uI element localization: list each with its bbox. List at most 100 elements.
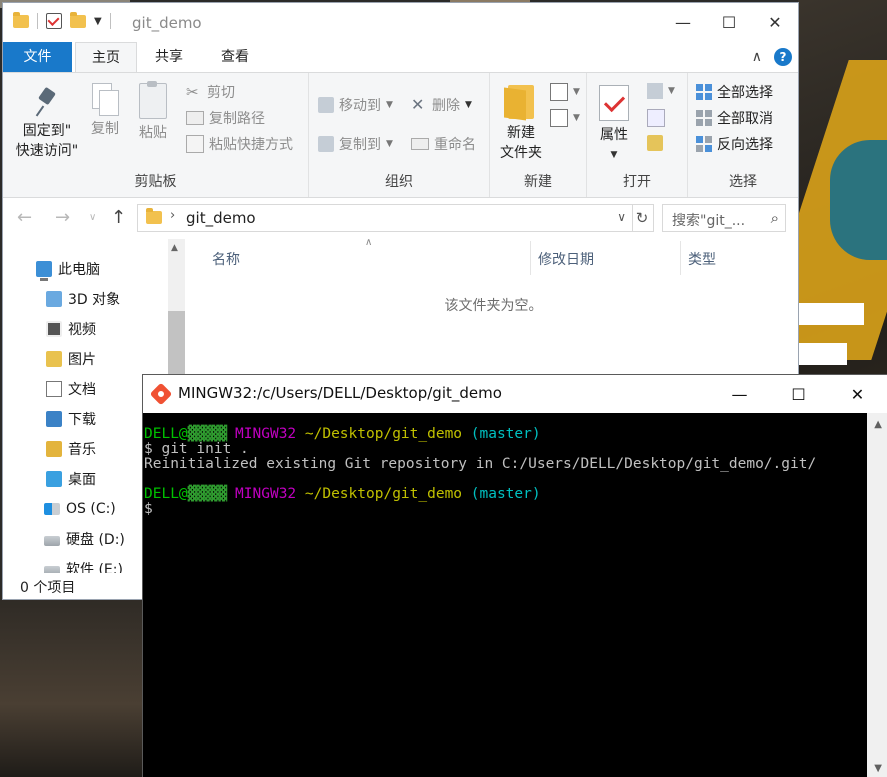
git-logo-icon[interactable]	[149, 382, 173, 406]
input-prompt[interactable]: $	[144, 502, 867, 517]
minimize-button[interactable]: —	[710, 375, 769, 413]
column-header-type[interactable]: 类型	[688, 249, 716, 269]
search-icon[interactable]: ⌕	[771, 209, 779, 227]
sidebar-item-downloads[interactable]: 下载	[46, 404, 96, 434]
address-bar[interactable]: › git_demo ∨	[137, 204, 633, 232]
collapse-ribbon-icon[interactable]: ∧	[752, 49, 762, 65]
sidebar-item-drive-d[interactable]: 硬盘 (D:)	[44, 524, 125, 554]
scroll-down-icon[interactable]: ▼	[874, 763, 882, 774]
paste-shortcut-label: 粘贴快捷方式	[209, 137, 293, 153]
properties-icon[interactable]	[46, 13, 62, 29]
dropdown-arrow-icon: ▼	[573, 113, 580, 123]
quick-access-toolbar: ▼	[13, 11, 111, 29]
prompt-host-redacted: ▓▓▓▓▓	[187, 486, 228, 502]
sidebar-item-3d-objects[interactable]: 3D 对象	[46, 284, 120, 314]
move-to-button[interactable]: 移动到 ▼	[318, 95, 393, 115]
select-none-button[interactable]: 全部取消	[696, 108, 773, 128]
wallpaper-region	[0, 595, 150, 777]
customize-toolbar-icon[interactable]: ▼	[94, 16, 102, 27]
prompt-line: DELL@▓▓▓▓▓ MINGW32 ~/Desktop/git_demo (m…	[144, 427, 867, 442]
new-item-button[interactable]: ▼	[550, 83, 580, 101]
help-icon[interactable]: ?	[774, 48, 792, 66]
select-all-button[interactable]: 全部选择	[696, 82, 773, 102]
sidebar-item-documents[interactable]: 文档	[46, 374, 96, 404]
new-folder-icon[interactable]	[70, 11, 86, 28]
dropdown-arrow-icon: ▼	[573, 87, 580, 97]
terminal-output[interactable]: DELL@▓▓▓▓▓ MINGW32 ~/Desktop/git_demo (m…	[143, 413, 867, 777]
maximize-button[interactable]: ☐	[706, 3, 752, 41]
scroll-up-icon[interactable]: ▲	[874, 419, 882, 430]
column-divider[interactable]	[680, 241, 681, 275]
clipboard-group-label: 剪贴板	[134, 174, 177, 190]
sidebar-item-label: 视频	[68, 322, 96, 338]
history-button[interactable]	[647, 135, 663, 151]
sidebar-item-this-pc[interactable]: 此电脑	[36, 254, 100, 284]
open-button[interactable]: ▼	[647, 83, 675, 99]
delete-button[interactable]: ✕ 删除 ▼	[411, 95, 472, 115]
paste-button[interactable]: 粘贴	[135, 81, 171, 143]
background-window-fragment	[798, 303, 864, 325]
new-folder-label-line1: 新建	[507, 125, 535, 141]
prompt-user: DELL@	[144, 426, 188, 442]
close-button[interactable]: ✕	[752, 3, 798, 41]
column-header-modified[interactable]: 修改日期	[538, 249, 594, 269]
back-arrow-icon[interactable]: ←	[17, 207, 32, 228]
tab-file[interactable]: 文件	[3, 42, 72, 72]
breadcrumb-chevron-icon[interactable]: ›	[170, 208, 175, 223]
wallpaper-region	[830, 140, 887, 260]
search-box[interactable]: 搜索"git_... ⌕	[662, 204, 786, 232]
new-folder-button[interactable]: 新建 文件夹	[494, 85, 548, 163]
column-divider[interactable]	[530, 241, 531, 275]
up-arrow-icon[interactable]: ↑	[111, 207, 126, 228]
window-controls: — ☐ ✕	[710, 375, 887, 413]
pc-icon	[36, 261, 52, 281]
move-to-icon	[318, 97, 334, 113]
search-placeholder[interactable]: 搜索"git_...	[672, 210, 745, 230]
breadcrumb-path[interactable]: git_demo	[186, 209, 256, 227]
dropdown-arrow-icon: ▼	[386, 139, 393, 149]
rename-button[interactable]: 重命名	[411, 134, 476, 154]
column-header-name[interactable]: 名称	[212, 249, 240, 269]
drive-e-icon	[44, 566, 60, 573]
sidebar-item-pictures[interactable]: 图片	[46, 344, 96, 374]
videos-icon	[46, 321, 62, 337]
refresh-button[interactable]: ↻	[631, 204, 654, 232]
tab-view[interactable]: 查看	[209, 42, 261, 72]
paste-shortcut-button[interactable]: 粘贴快捷方式	[186, 134, 293, 154]
copy-path-button[interactable]: 复制路径	[186, 108, 265, 128]
cut-label: 剪切	[207, 85, 235, 101]
edit-button[interactable]	[647, 109, 665, 127]
tab-home[interactable]: 主页	[75, 42, 137, 74]
move-to-label: 移动到	[339, 98, 381, 114]
documents-icon	[46, 381, 62, 397]
properties-button[interactable]: 属性 ▼	[593, 85, 635, 165]
cut-button[interactable]: ✂ 剪切	[186, 82, 235, 102]
sidebar-item-drive-c[interactable]: OS (C:)	[44, 494, 116, 524]
select-group: 全部选择 全部取消 反向选择 选择	[688, 73, 798, 197]
sidebar-item-desktop[interactable]: 桌面	[46, 464, 96, 494]
terminal-titlebar[interactable]: MINGW32:/c/Users/DELL/Desktop/git_demo —…	[143, 375, 887, 413]
drive-c-icon	[44, 503, 60, 515]
minimize-button[interactable]: —	[660, 3, 706, 41]
sidebar-item-music[interactable]: 音乐	[46, 434, 96, 464]
sidebar-item-drive-e[interactable]: 软件 (E:)	[44, 554, 123, 573]
open-group-label: 打开	[623, 174, 651, 190]
easy-access-button[interactable]: ▼	[550, 109, 580, 127]
command-line: $ git init .	[144, 441, 249, 457]
invert-selection-button[interactable]: 反向选择	[696, 134, 773, 154]
sidebar-item-videos[interactable]: 视频	[46, 314, 96, 344]
recent-locations-icon[interactable]: ∨	[89, 212, 96, 223]
forward-arrow-icon[interactable]: →	[55, 207, 70, 228]
address-history-icon[interactable]: ∨	[617, 210, 626, 224]
terminal-scrollbar[interactable]	[867, 413, 887, 777]
prompt-line: DELL@▓▓▓▓▓ MINGW32 ~/Desktop/git_demo (m…	[144, 487, 867, 502]
close-button[interactable]: ✕	[828, 375, 887, 413]
copy-button[interactable]: 复制	[87, 83, 123, 139]
maximize-button[interactable]: ☐	[769, 375, 828, 413]
explorer-titlebar[interactable]: ▼ git_demo — ☐ ✕	[3, 3, 798, 41]
tab-share[interactable]: 共享	[143, 42, 195, 72]
folder-icon	[146, 208, 162, 224]
copy-label: 复制	[91, 121, 119, 137]
pin-to-quick-access-button[interactable]: 固定到" 快速访问"	[9, 87, 85, 161]
copy-to-button[interactable]: 复制到 ▼	[318, 134, 393, 154]
